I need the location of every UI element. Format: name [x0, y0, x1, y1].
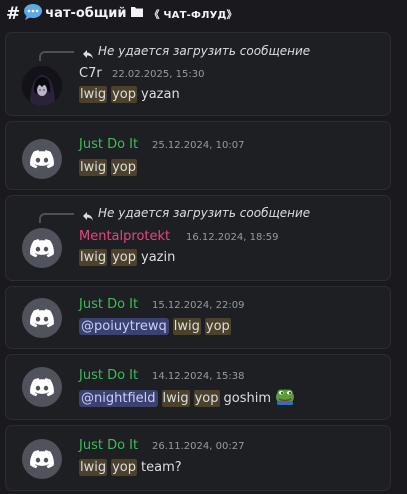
- reply-failed-text: Не удается загрузить сообщение: [98, 206, 311, 220]
- discord-logo-icon: [30, 449, 54, 468]
- message-card[interactable]: Just Do It 25.12.2024, 10:07 lwig yop: [5, 121, 391, 190]
- message-text: yazin: [141, 249, 176, 265]
- search-highlight: yop: [204, 317, 231, 335]
- channel-hash-icon: #: [6, 3, 21, 24]
- discord-avatar[interactable]: [22, 228, 62, 268]
- search-highlight: lwig: [79, 158, 108, 176]
- search-highlight: yop: [111, 158, 138, 176]
- search-highlight: yop: [111, 458, 138, 476]
- message-card[interactable]: Just Do It 26.11.2024, 00:27 lwig yop te…: [5, 425, 391, 491]
- message-content: lwig yop yazin: [79, 247, 178, 267]
- message-content: @nightfield lwig yop goshim: [79, 388, 295, 408]
- channel-category[interactable]: 《 ЧАТ-ФЛУД》: [149, 6, 236, 21]
- message-card[interactable]: Не удается загрузить сообщение Mentalpro…: [5, 195, 391, 281]
- discord-logo-icon: [30, 308, 54, 327]
- author-name[interactable]: Mentalprotekt: [79, 229, 170, 244]
- discord-avatar[interactable]: [22, 298, 62, 338]
- author-name[interactable]: Just Do It: [79, 368, 138, 383]
- search-highlight: lwig: [79, 458, 108, 476]
- search-highlight: lwig: [172, 317, 201, 335]
- author-name[interactable]: Just Do It: [79, 137, 138, 152]
- message-timestamp[interactable]: 26.11.2024, 00:27: [152, 441, 244, 452]
- message-card[interactable]: Just Do It 15.12.2024, 22:09 @poiuytrewq…: [5, 286, 391, 349]
- channel-name[interactable]: чат-общий: [45, 6, 126, 21]
- message-text: goshim: [223, 390, 272, 406]
- search-highlight: lwig: [79, 248, 108, 266]
- user-mention[interactable]: @nightfield: [79, 389, 158, 407]
- message-timestamp[interactable]: 16.12.2024, 18:59: [186, 232, 278, 243]
- pepe-frog-emoji[interactable]: [275, 387, 295, 409]
- speech-bubble-icon: [23, 3, 43, 25]
- reply-failed-text: Не удается загрузить сообщение: [98, 44, 311, 58]
- reply-arrow-icon: [82, 207, 94, 226]
- user-mention[interactable]: @poiuytrewq: [79, 317, 169, 335]
- message-text: yazan: [141, 86, 180, 102]
- search-highlight: yop: [111, 85, 138, 103]
- search-highlight: yop: [111, 248, 138, 266]
- author-name[interactable]: Just Do It: [79, 297, 138, 312]
- discord-avatar[interactable]: [22, 367, 62, 407]
- message-timestamp[interactable]: 22.02.2025, 15:30: [112, 69, 204, 80]
- message-timestamp[interactable]: 15.12.2024, 22:09: [152, 300, 244, 311]
- discord-logo-icon: [30, 149, 54, 168]
- discord-avatar[interactable]: [22, 439, 62, 479]
- discord-logo-icon: [30, 377, 54, 396]
- discord-avatar[interactable]: [22, 139, 62, 179]
- reply-spine: [39, 213, 74, 223]
- search-highlight: lwig: [161, 389, 190, 407]
- author-name[interactable]: C7r: [79, 66, 102, 81]
- message-timestamp[interactable]: 25.12.2024, 10:07: [152, 140, 244, 151]
- message-content: lwig yop: [79, 157, 141, 177]
- reply-arrow-icon: [82, 45, 94, 64]
- reply-spine: [39, 51, 74, 61]
- message-content: lwig yop yazan: [79, 84, 183, 104]
- channel-header: # чат-общий 《 ЧАТ-ФЛУД》: [0, 0, 407, 27]
- folder-icon: [131, 6, 144, 21]
- search-highlight: yop: [193, 389, 220, 407]
- message-content: @poiuytrewq lwig yop: [79, 316, 235, 336]
- discord-logo-icon: [30, 238, 54, 257]
- message-text: team?: [141, 459, 182, 475]
- message-timestamp[interactable]: 14.12.2024, 15:38: [152, 371, 244, 382]
- message-content: lwig yop team?: [79, 457, 185, 477]
- message-card[interactable]: Не удается загрузить сообщение C7r 22.02…: [5, 32, 391, 116]
- author-name[interactable]: Just Do It: [79, 438, 138, 453]
- avatar[interactable]: [22, 66, 62, 106]
- search-highlight: lwig: [79, 85, 108, 103]
- message-card[interactable]: Just Do It 14.12.2024, 15:38 @nightfield…: [5, 354, 391, 420]
